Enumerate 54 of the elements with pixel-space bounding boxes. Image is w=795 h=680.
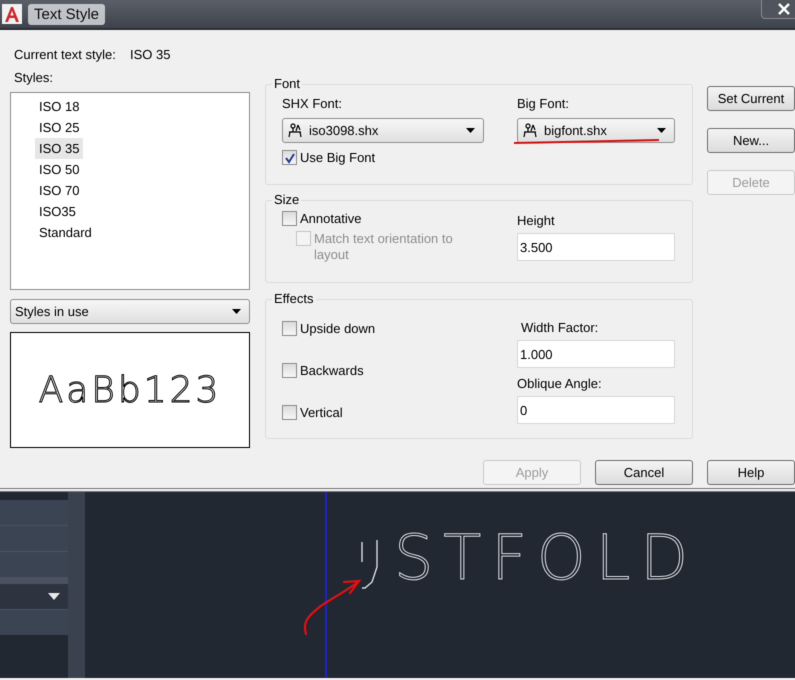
caret-icon xyxy=(466,128,475,133)
width-factor-label: Width Factor: xyxy=(521,320,600,336)
palette-row xyxy=(0,500,68,525)
big-font-dropdown[interactable]: bigfont.shx xyxy=(517,118,675,143)
dialog-button[interactable]: Help xyxy=(707,460,795,485)
oblique-angle-field[interactable]: 0 xyxy=(517,396,675,424)
annotative-label: Annotative xyxy=(300,211,362,226)
current-style-label: Current text style: xyxy=(14,46,117,62)
current-style-value: ISO 35 xyxy=(130,46,170,62)
font-file-icon xyxy=(287,122,303,138)
palette-dropdown[interactable] xyxy=(0,584,68,609)
effect-checkbox[interactable] xyxy=(282,362,297,378)
style-list-item[interactable]: ISO 35 xyxy=(35,138,84,159)
drawing-text: STFOLD xyxy=(394,522,698,594)
effect-label: Vertical xyxy=(300,404,343,420)
font-file-icon xyxy=(522,122,538,138)
effect-label: Backwards xyxy=(300,362,364,378)
effects-group-title: Effects xyxy=(273,292,315,306)
preview-sample-text: AaBb123 xyxy=(38,370,222,410)
width-factor-field[interactable]: 1.000 xyxy=(517,340,675,368)
oblique-angle-label: Oblique Angle: xyxy=(517,376,603,392)
style-list-item[interactable]: ISO35 xyxy=(35,201,80,222)
dialog-button[interactable]: Cancel xyxy=(595,460,693,485)
style-list-item[interactable]: ISO 25 xyxy=(35,117,84,138)
shx-font-dropdown[interactable]: iso3098.shx xyxy=(282,118,484,143)
palette-row xyxy=(0,610,68,635)
styles-label: Styles: xyxy=(14,70,54,86)
style-list-item[interactable]: Standard xyxy=(35,222,96,243)
size-group-title: Size xyxy=(273,193,300,207)
caret-icon xyxy=(657,128,666,133)
height-field[interactable]: 3.500 xyxy=(517,233,675,261)
effect-checkbox[interactable] xyxy=(282,404,297,420)
height-label: Height xyxy=(517,213,556,229)
styles-filter-dropdown[interactable]: Styles in use xyxy=(10,299,250,324)
font-group-title: Font xyxy=(273,77,302,91)
style-list-item[interactable]: ISO 70 xyxy=(35,180,84,201)
caret-icon xyxy=(48,593,60,600)
effect-checkbox[interactable] xyxy=(282,320,297,336)
window-title: Text Style xyxy=(28,4,106,24)
match-orientation-label: Match text orientation to layout xyxy=(314,231,454,263)
big-font-label: Big Font: xyxy=(517,96,570,112)
close-icon xyxy=(778,3,790,15)
annotative-checkbox[interactable] xyxy=(282,211,297,226)
app-logo-icon xyxy=(2,4,22,24)
caret-icon xyxy=(232,309,241,314)
effect-label: Upside down xyxy=(300,320,376,336)
dialog-button[interactable]: Set Current xyxy=(707,86,795,111)
close-button[interactable] xyxy=(761,0,795,19)
style-list-item[interactable]: ISO 50 xyxy=(35,159,84,180)
style-list-item[interactable]: ISO 18 xyxy=(35,96,84,117)
dialog-button[interactable]: New... xyxy=(707,128,795,153)
shx-font-label: SHX Font: xyxy=(282,96,343,112)
use-big-font-label: Use Big Font xyxy=(300,150,376,165)
use-big-font-checkbox[interactable] xyxy=(282,150,297,165)
